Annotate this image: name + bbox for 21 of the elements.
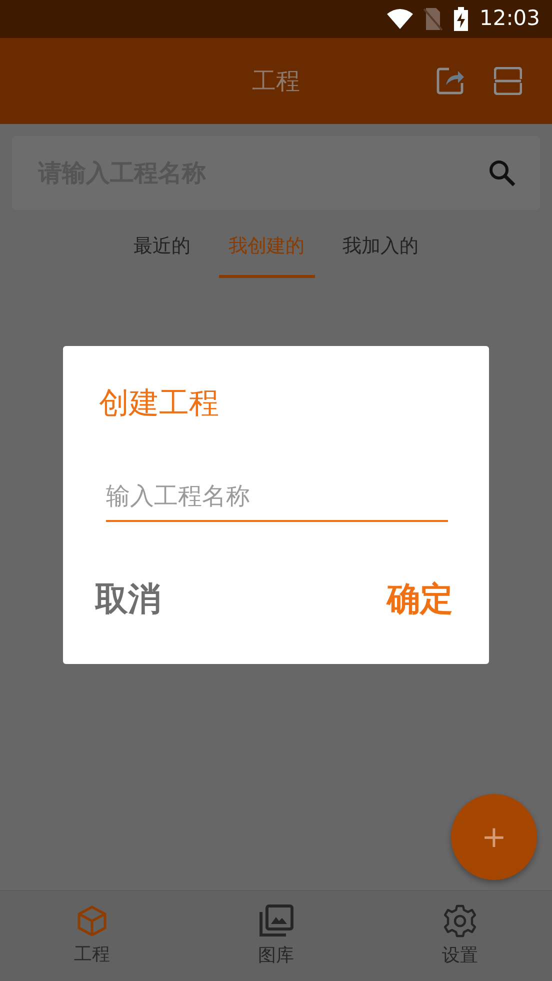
wifi-icon [387, 9, 414, 29]
cancel-button[interactable]: 取消 [95, 574, 161, 624]
app-bar-title: 工程 [252, 66, 300, 97]
settings-icon [443, 904, 477, 938]
scan-icon[interactable] [494, 67, 522, 95]
cube-icon [77, 904, 107, 936]
nav-tab[interactable]: 工程 [0, 891, 184, 981]
battery-charging-icon [453, 7, 470, 31]
dialog-title: 创建工程 [99, 386, 220, 422]
tab[interactable]: 最近的 [124, 224, 200, 278]
nav-tab[interactable]: 设置 [368, 891, 552, 981]
nav-tab[interactable]: 图库 [184, 891, 368, 981]
confirm-button[interactable]: 确定 [387, 574, 453, 624]
add-button[interactable]: + [451, 794, 537, 880]
clock-time: 12:03 [479, 5, 540, 32]
search-icon[interactable] [488, 159, 516, 187]
tab[interactable]: 我加入的 [332, 224, 428, 278]
tab[interactable]: 我创建的 [218, 224, 314, 278]
share-icon[interactable] [436, 67, 464, 95]
no-sim-icon [423, 7, 444, 31]
gallery-icon [258, 904, 294, 938]
